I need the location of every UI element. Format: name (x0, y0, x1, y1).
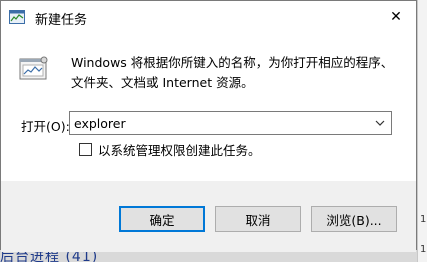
background-app-strip: 1 1 (417, 0, 427, 262)
run-program-icon (19, 55, 49, 83)
open-combobox[interactable] (69, 111, 392, 135)
ok-button[interactable]: 确定 (119, 206, 205, 232)
task-manager-icon (9, 9, 25, 24)
browse-button[interactable]: 浏览(B)... (311, 206, 397, 232)
new-task-dialog: 新建任务 ✕ Windows 将根据你所键入的名称，为你打开相应的程序、 文件夹… (0, 0, 417, 252)
description-line: Windows 将根据你所键入的名称，为你打开相应的程序、 (71, 55, 394, 70)
title-bar: 新建任务 ✕ (1, 1, 416, 33)
close-icon: ✕ (390, 9, 402, 25)
open-input[interactable] (70, 112, 368, 134)
cancel-button[interactable]: 取消 (215, 206, 301, 232)
admin-checkbox-label[interactable]: 以系统管理权限创建此任务。 (98, 140, 261, 159)
background-app-text: 1 (420, 244, 427, 255)
open-label: 打开(O): (21, 119, 70, 134)
admin-checkbox[interactable] (79, 143, 92, 156)
description-line: 文件夹、文档或 Internet 资源。 (71, 75, 254, 90)
dropdown-arrow-icon[interactable] (369, 112, 391, 134)
admin-option-row[interactable]: 以系统管理权限创建此任务。 (79, 140, 261, 159)
dialog-description: Windows 将根据你所键入的名称，为你打开相应的程序、 文件夹、文档或 In… (71, 53, 406, 93)
close-button[interactable]: ✕ (376, 1, 416, 33)
dialog-title: 新建任务 (35, 13, 88, 28)
background-app-text: 1 (420, 214, 427, 225)
